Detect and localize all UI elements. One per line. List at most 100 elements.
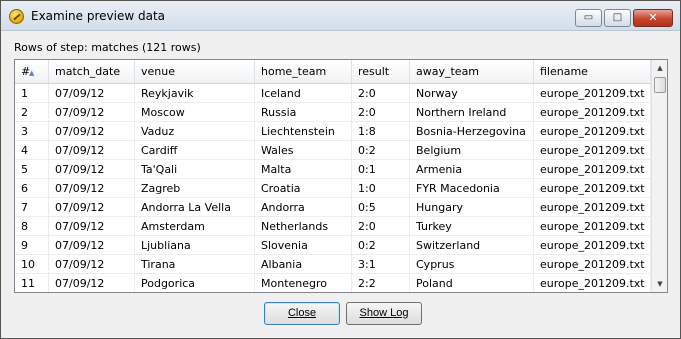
table-cell: 2 [15, 103, 49, 121]
table-cell: 1 [15, 84, 49, 102]
minimize-icon: ▭ [583, 12, 594, 23]
table-cell: 07/09/12 [49, 274, 135, 292]
table-cell: europe_201209.txt [534, 179, 651, 197]
table-row[interactable]: 6 07/09/12 Zagreb Croatia 1:0 FYR Macedonia eu… [15, 179, 651, 198]
column-header-result[interactable]: result [352, 60, 410, 84]
vertical-scrollbar[interactable]: ▲ ▼ [651, 60, 667, 292]
table-cell: 0:5 [352, 198, 410, 216]
table-cell: Wales [255, 141, 352, 159]
table-row[interactable]: 7 07/09/12 Andorra La Vella Andorra 0:5 Hunga… [15, 198, 651, 217]
table-cell: Ljubliana [135, 236, 255, 254]
column-header-index[interactable]: ▲ # [15, 60, 49, 84]
table-cell: Liechtenstein [255, 122, 352, 140]
table-cell: europe_201209.txt [534, 217, 651, 235]
table-cell: 1:0 [352, 179, 410, 197]
table-header: ▲ # match_date venue home_team result aw… [15, 60, 651, 84]
table-cell: Armenia [410, 160, 534, 178]
preview-table: ▲ # match_date venue home_team result aw… [14, 59, 668, 293]
table-cell: 0:2 [352, 141, 410, 159]
table-cell: 07/09/12 [49, 179, 135, 197]
table-cell: europe_201209.txt [534, 103, 651, 121]
table-cell: europe_201209.txt [534, 84, 651, 102]
table-cell: Bosnia-Herzegovina [410, 122, 534, 140]
table-row[interactable]: 4 07/09/12 Cardiff Wales 0:2 Belgium europe_20… [15, 141, 651, 160]
table-cell: 2:0 [352, 103, 410, 121]
table-cell: 0:1 [352, 160, 410, 178]
maximize-icon: □ [612, 12, 623, 23]
table-cell: europe_201209.txt [534, 274, 651, 292]
sort-ascending-icon: ▲ [29, 69, 35, 77]
table-cell: europe_201209.txt [534, 236, 651, 254]
table-cell: Zagreb [135, 179, 255, 197]
window-title: Examine preview data [31, 9, 166, 23]
close-icon: ✕ [648, 11, 658, 24]
table-cell: europe_201209.txt [534, 198, 651, 216]
table-cell: Poland [410, 274, 534, 292]
table-row[interactable]: 10 07/09/12 Tirana Albania 3:1 Cyprus europe_2… [15, 255, 651, 274]
table-cell: 07/09/12 [49, 255, 135, 273]
table-cell: 07/09/12 [49, 236, 135, 254]
table-cell: Podgorica [135, 274, 255, 292]
table-row[interactable]: 3 07/09/12 Vaduz Liechtenstein 1:8 Bosnia-Her… [15, 122, 651, 141]
table-row[interactable]: 11 07/09/12 Podgorica Montenegro 2:2 Poland eu… [15, 274, 651, 292]
table-body: 1 07/09/12 Reykjavik Iceland 2:0 Norway europe… [15, 84, 651, 292]
table-row[interactable]: 2 07/09/12 Moscow Russia 2:0 Northern Ireland… [15, 103, 651, 122]
scroll-down-icon[interactable]: ▼ [652, 276, 667, 292]
table-cell: 07/09/12 [49, 122, 135, 140]
maximize-button[interactable]: □ [604, 9, 631, 27]
table-cell: Belgium [410, 141, 534, 159]
column-header-venue[interactable]: venue [135, 60, 255, 84]
minimize-button[interactable]: ▭ [575, 9, 602, 27]
table-cell: Cardiff [135, 141, 255, 159]
spoon-icon [9, 9, 24, 24]
column-header-filename[interactable]: filename [534, 60, 651, 84]
table-cell: Tirana [135, 255, 255, 273]
table-cell: 5 [15, 160, 49, 178]
table-row[interactable]: 8 07/09/12 Amsterdam Netherlands 2:0 Turkey eu… [15, 217, 651, 236]
table-cell: 7 [15, 198, 49, 216]
table-cell: 1:8 [352, 122, 410, 140]
table-cell: Montenegro [255, 274, 352, 292]
table-cell: Hungary [410, 198, 534, 216]
table-cell: 0:2 [352, 236, 410, 254]
column-header-match-date[interactable]: match_date [49, 60, 135, 84]
table-row[interactable]: 1 07/09/12 Reykjavik Iceland 2:0 Norway europe… [15, 84, 651, 103]
table-cell: 07/09/12 [49, 217, 135, 235]
table-cell: 07/09/12 [49, 198, 135, 216]
title-bar[interactable]: Examine preview data ▭ □ ✕ [1, 1, 680, 31]
table-row[interactable]: 9 07/09/12 Ljubliana Slovenia 0:2 Switzerland… [15, 236, 651, 255]
table-cell: 10 [15, 255, 49, 273]
show-log-button[interactable]: Show Log [346, 302, 422, 325]
window-close-button[interactable]: ✕ [633, 9, 673, 27]
table-cell: Netherlands [255, 217, 352, 235]
table-cell: Andorra [255, 198, 352, 216]
table-cell: Cyprus [410, 255, 534, 273]
table-cell: europe_201209.txt [534, 160, 651, 178]
table-cell: 2:0 [352, 217, 410, 235]
table-cell: Slovenia [255, 236, 352, 254]
table-cell: 2:0 [352, 84, 410, 102]
table-cell: europe_201209.txt [534, 141, 651, 159]
scroll-thumb[interactable] [654, 77, 666, 93]
table-cell: Albania [255, 255, 352, 273]
column-header-away-team[interactable]: away_team [410, 60, 534, 84]
table-cell: europe_201209.txt [534, 255, 651, 273]
table-cell: 11 [15, 274, 49, 292]
column-header-home-team[interactable]: home_team [255, 60, 352, 84]
table-cell: 8 [15, 217, 49, 235]
table-cell: 07/09/12 [49, 84, 135, 102]
table-cell: Ta'Qali [135, 160, 255, 178]
table-cell: Turkey [410, 217, 534, 235]
table-cell: FYR Macedonia [410, 179, 534, 197]
table-cell: Malta [255, 160, 352, 178]
table-cell: 07/09/12 [49, 103, 135, 121]
rows-label: Rows of step: matches (121 rows) [14, 41, 201, 54]
close-button[interactable]: Close [264, 302, 340, 325]
table-row[interactable]: 5 07/09/12 Ta'Qali Malta 0:1 Armenia europe_20… [15, 160, 651, 179]
table-cell: Northern Ireland [410, 103, 534, 121]
preview-dialog: Examine preview data ▭ □ ✕ Rows of step:… [0, 0, 681, 339]
table-cell: 9 [15, 236, 49, 254]
table-cell: Russia [255, 103, 352, 121]
scroll-up-icon[interactable]: ▲ [652, 60, 667, 76]
table-cell: Moscow [135, 103, 255, 121]
